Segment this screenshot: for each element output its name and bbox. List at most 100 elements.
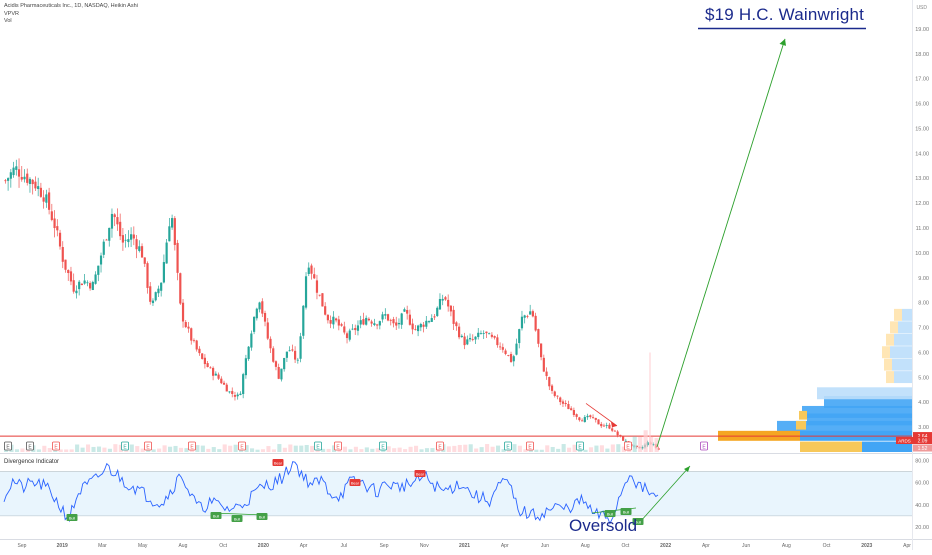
- volume-bar: [36, 449, 41, 452]
- last-price-label: 2.09: [918, 439, 928, 445]
- candle-body: [132, 234, 135, 239]
- price-tick-label: 17.00: [915, 77, 929, 83]
- candle-body: [433, 316, 436, 318]
- volume-bar: [91, 446, 96, 452]
- candle-body: [173, 218, 176, 245]
- candle-body: [474, 336, 477, 340]
- time-tick-label: Apr: [702, 543, 710, 549]
- candle-body: [570, 408, 573, 411]
- volume-bar: [403, 449, 408, 452]
- legend-vpvr[interactable]: VPVR: [4, 11, 138, 19]
- candle-body: [523, 315, 526, 318]
- candle-body: [403, 309, 406, 312]
- candle-body: [395, 322, 398, 326]
- price-tick-label: 9.00: [918, 276, 929, 282]
- volume-bar: [397, 447, 402, 452]
- volume-bar: [545, 445, 550, 452]
- volume-bar: [107, 448, 112, 452]
- candle-body: [201, 353, 204, 359]
- legend-vol[interactable]: Vol: [4, 18, 138, 26]
- projection-arrow: [656, 38, 786, 448]
- candle-body: [94, 274, 97, 284]
- time-tick-label: 2021: [459, 543, 470, 549]
- candle-body: [354, 328, 357, 331]
- volume-profile-bar: [894, 333, 912, 346]
- candle-body: [31, 179, 34, 185]
- volume-bar: [561, 444, 566, 452]
- candle-body: [258, 302, 261, 310]
- volume-bar: [135, 446, 140, 452]
- indicator-tick-label: 20.00: [915, 525, 929, 531]
- candle-body: [589, 415, 592, 418]
- candle-body: [231, 391, 234, 394]
- volume-bar: [556, 448, 561, 452]
- candle-body: [7, 178, 10, 181]
- candle-body: [572, 410, 575, 415]
- candle-body: [578, 417, 581, 421]
- currency-label: USD: [916, 5, 927, 11]
- candle-body: [597, 419, 600, 425]
- volume-bar: [359, 449, 364, 452]
- candle-body: [135, 239, 138, 250]
- price-tick-label: 15.00: [915, 126, 929, 132]
- candle-body: [537, 329, 540, 344]
- candle-body: [608, 424, 611, 429]
- price-tick-label: 5.00: [918, 375, 929, 381]
- candle-body: [12, 167, 15, 176]
- projection-arrow-head: [779, 38, 786, 46]
- candle-body: [69, 271, 73, 282]
- price-tick-label: 6.00: [918, 350, 929, 356]
- chart-root: USD 19.00 18.00 17.00 16.00 15.00 14.00 13.00 12…: [0, 0, 932, 550]
- candle-body: [72, 280, 75, 292]
- time-tick-label: Nov: [420, 543, 429, 549]
- candle-body: [400, 313, 403, 325]
- candle-body: [479, 333, 483, 334]
- volume-bar: [468, 444, 473, 452]
- volume-bar: [457, 444, 462, 452]
- candle-body: [61, 247, 64, 262]
- indicator-title[interactable]: Divergence Indicator: [4, 459, 59, 465]
- candle-body: [313, 274, 316, 279]
- candle-body: [26, 173, 29, 183]
- volume-bar: [233, 444, 238, 452]
- candle-body: [171, 218, 174, 228]
- candle-body: [493, 336, 496, 338]
- candle-body: [266, 322, 269, 339]
- candle-body: [335, 318, 338, 321]
- volume-bar: [217, 449, 222, 452]
- volume-bar: [424, 448, 430, 452]
- volume-bar: [42, 445, 47, 452]
- candle-body: [564, 402, 567, 405]
- candle-body: [340, 324, 343, 326]
- volume-bar: [271, 449, 276, 452]
- candle-body: [217, 374, 220, 379]
- volume-bar: [222, 444, 227, 452]
- candle-body: [591, 417, 595, 418]
- candle-body: [425, 320, 428, 327]
- candle-body: [324, 306, 327, 315]
- volume-bar: [80, 447, 85, 452]
- candle-body: [518, 329, 521, 344]
- volume-bar: [632, 436, 637, 452]
- candle-body: [39, 187, 42, 197]
- candle-body: [477, 332, 480, 338]
- candle-body: [321, 293, 324, 307]
- legend-symbol-line[interactable]: Acidis Pharmaceuticals Inc., 1D, NASDAQ,…: [4, 3, 138, 11]
- volume-bar: [605, 448, 610, 452]
- volume-bar: [293, 445, 298, 452]
- candle-body: [447, 299, 450, 307]
- volume-bar: [594, 445, 599, 452]
- candle-body: [359, 320, 362, 325]
- candle-body: [274, 361, 278, 367]
- candle-body: [430, 318, 433, 322]
- candle-body: [449, 305, 452, 312]
- candle-body: [250, 333, 253, 348]
- volume-bar: [474, 448, 479, 452]
- candle-body: [540, 343, 543, 358]
- time-tick-label: 2022: [660, 543, 671, 549]
- candle-body: [48, 192, 51, 210]
- time-tick-label: Apr: [903, 543, 911, 549]
- candle-body: [138, 246, 141, 251]
- candle-body: [56, 226, 59, 231]
- volume-profile-bar: [886, 371, 894, 384]
